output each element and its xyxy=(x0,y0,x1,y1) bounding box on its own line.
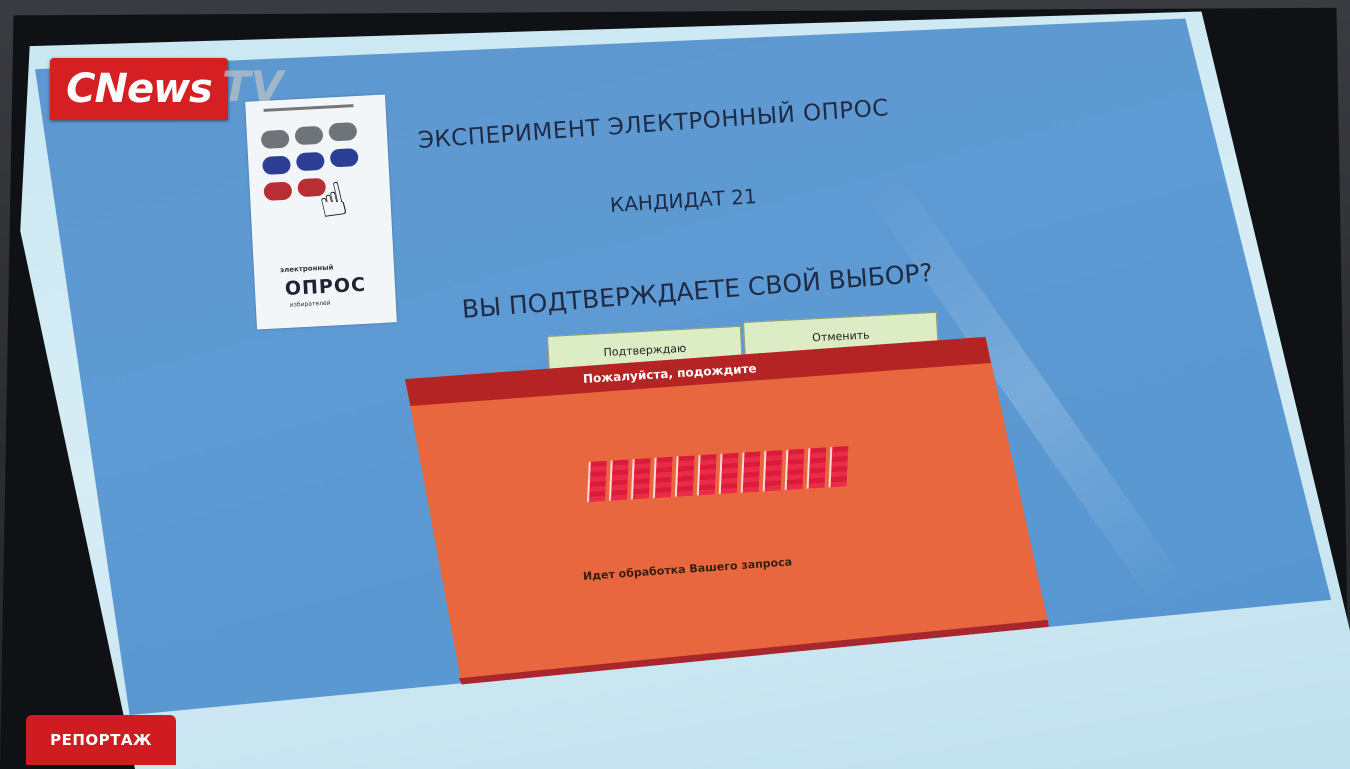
progress-segment xyxy=(587,460,607,503)
progress-segment xyxy=(762,450,783,492)
logo-dot-gray-3 xyxy=(328,122,358,142)
progress-segment xyxy=(608,459,629,501)
pointing-hand-icon: ☝ xyxy=(312,170,353,230)
progress-segment xyxy=(806,447,827,489)
progress-segment xyxy=(696,454,717,496)
logo-dot-blue-1 xyxy=(262,155,291,175)
cnews-logo: CNews xyxy=(50,58,228,120)
progress-segment xyxy=(784,448,805,491)
broadcast-frame: ☝ электронный ОПРОС избирателей ЭКСПЕРИМ… xyxy=(0,0,1350,769)
logo-dot-gray-1 xyxy=(260,129,290,150)
logo-dot-blue-3 xyxy=(329,147,359,168)
progress-segment xyxy=(740,451,761,493)
segment-tag: РЕПОРТАЖ xyxy=(26,715,176,765)
progress-segment xyxy=(674,455,695,497)
logo-caption-big: ОПРОС xyxy=(284,273,367,300)
logo-dot-blue-2 xyxy=(295,151,325,172)
segment-tag-label: РЕПОРТАЖ xyxy=(50,731,152,749)
progress-segment xyxy=(718,452,739,495)
logo-dot-red-1 xyxy=(263,181,293,201)
progress-segment xyxy=(630,458,651,500)
logo-caption-sub: избирателей xyxy=(289,299,331,309)
progress-segment xyxy=(652,456,673,499)
cnews-logo-text: CNews xyxy=(66,66,213,112)
logo-dot-gray-2 xyxy=(294,125,324,146)
poll-logo-card: ☝ электронный ОПРОС избирателей xyxy=(245,94,397,330)
tv-logo-mark: TV xyxy=(222,62,284,111)
progress-segment xyxy=(828,446,849,488)
logo-caption-small: электронный xyxy=(279,263,334,275)
